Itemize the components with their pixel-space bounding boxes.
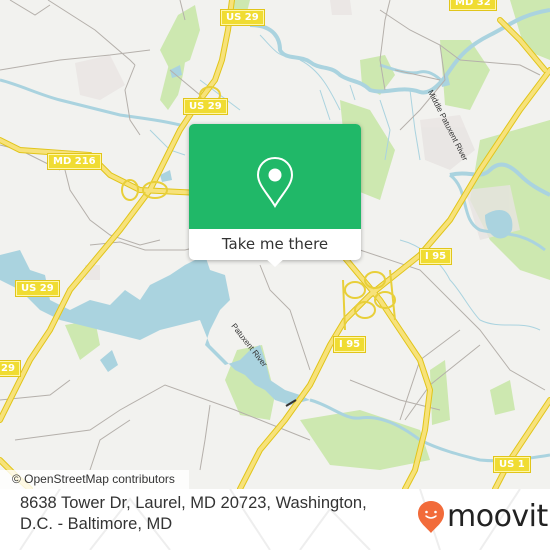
moovit-logo[interactable]: moovit (417, 497, 548, 537)
take-me-there-button[interactable]: Take me there (189, 229, 361, 260)
map-attribution[interactable]: © OpenStreetMap contributors (0, 470, 189, 489)
location-popup[interactable]: Take me there (189, 124, 361, 267)
address-text: 8638 Tower Dr, Laurel, MD 20723, Washing… (20, 494, 367, 533)
road-shield: US 29 (15, 280, 60, 297)
road-shield: MD 32 (449, 0, 497, 11)
moovit-pin-icon (418, 501, 444, 533)
road-shield: I 95 (332, 336, 367, 353)
road-shield: US 1 (493, 456, 531, 473)
road-shield: MD 216 (47, 153, 102, 170)
road-shield: I 95 (418, 248, 453, 265)
popup-pointer (265, 258, 285, 267)
map-view[interactable]: US 29 US 29 MD 216 US 29 29 MD 32 I 95 I… (0, 0, 550, 489)
road-shield: US 29 (183, 98, 228, 115)
brand-name: moovit (447, 499, 548, 534)
map-pin-icon (256, 156, 294, 208)
road-shield: US 29 (220, 9, 265, 26)
road-shield: 29 (0, 360, 21, 377)
footer: 8638 Tower Dr, Laurel, MD 20723, Washing… (0, 489, 550, 550)
popup-header (189, 124, 361, 229)
